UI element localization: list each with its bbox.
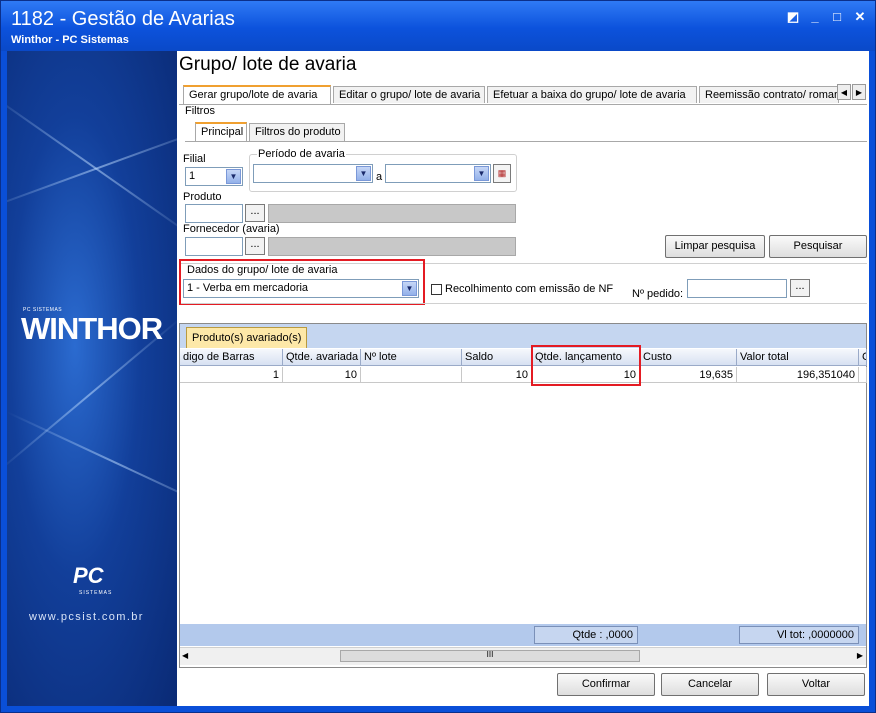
scroll-thumb[interactable]: III <box>340 650 640 662</box>
column-header[interactable]: Custo <box>640 349 737 366</box>
periodo-end-date[interactable]: ▼ <box>385 164 491 183</box>
pedido-lookup-button[interactable]: ... <box>790 279 810 297</box>
tab-gerar-grupo[interactable]: Gerar grupo/lote de avaria <box>183 85 331 104</box>
table-cell[interactable]: 19,635 <box>640 367 737 383</box>
valor-total: Vl tot: ,0000000 <box>739 626 859 644</box>
fornecedor-code-input[interactable] <box>185 237 243 256</box>
column-header[interactable]: C <box>859 349 867 366</box>
tab-reemissao[interactable]: Reemissão contrato/ romar <box>699 86 839 103</box>
qtde-total: Qtde : ,0000 <box>534 626 638 644</box>
table-cell[interactable] <box>859 367 867 383</box>
pesquisar-button[interactable]: Pesquisar <box>769 235 867 258</box>
app-window: 1182 - Gestão de Avarias Winthor - PC Si… <box>0 0 876 713</box>
subtab-divider <box>185 141 867 142</box>
column-header[interactable]: Qtde. avariada <box>283 349 361 366</box>
page-title: Grupo/ lote de avaria <box>179 54 357 75</box>
voltar-button[interactable]: Voltar <box>767 673 865 696</box>
grid-tab-bar: Produto(s) avariado(s) <box>180 324 866 348</box>
filial-select[interactable]: 1 ▼ <box>185 167 243 186</box>
calendar-icon[interactable]: ▦ <box>493 164 511 183</box>
recolhimento-checkbox[interactable] <box>431 284 442 295</box>
window-content: PC SISTEMAS WINTHOR PC SISTEMAS www.pcsi… <box>7 51 869 706</box>
tab-scroll-left-icon[interactable]: ◀ <box>837 84 851 100</box>
filtros-label: Filtros <box>185 105 215 117</box>
main-panel: Grupo/ lote de avaria Gerar grupo/lote d… <box>179 51 869 706</box>
light-beam <box>7 411 177 515</box>
pedido-input[interactable] <box>687 279 787 298</box>
section-divider <box>181 303 867 304</box>
table-cell[interactable] <box>361 367 462 383</box>
maximize-button[interactable]: □ <box>828 9 846 25</box>
grid-summary: Qtde : ,0000 Vl tot: ,0000000 <box>180 624 866 646</box>
fornecedor-lookup-button[interactable]: ... <box>245 237 265 255</box>
chevron-down-icon[interactable]: ▼ <box>356 166 371 181</box>
column-header[interactable]: Valor total <box>737 349 859 366</box>
restore-icon[interactable]: ◩ <box>784 9 802 25</box>
cancelar-button[interactable]: Cancelar <box>661 673 759 696</box>
limpar-pesquisa-button[interactable]: Limpar pesquisa <box>665 235 765 258</box>
horizontal-scrollbar[interactable]: ◀ III ▶ <box>180 647 866 665</box>
tab-bar: Gerar grupo/lote de avaria Editar o grup… <box>183 85 851 104</box>
company-url: www.pcsist.com.br <box>29 611 144 623</box>
window-title: 1182 - Gestão de Avarias <box>11 8 235 30</box>
periodo-label: Período de avaria <box>257 148 346 160</box>
scroll-left-icon[interactable]: ◀ <box>182 651 188 660</box>
confirmar-button[interactable]: Confirmar <box>557 673 655 696</box>
column-header[interactable]: Nº lote <box>361 349 462 366</box>
title-bar[interactable]: 1182 - Gestão de Avarias Winthor - PC Si… <box>1 1 875 51</box>
tab-scroll-right-icon[interactable]: ▶ <box>852 84 866 100</box>
produto-code-input[interactable] <box>185 204 243 223</box>
tab-produtos-avariados[interactable]: Produto(s) avariado(s) <box>186 327 308 348</box>
table-cell[interactable]: 196,351040 <box>737 367 859 383</box>
chevron-down-icon[interactable]: ▼ <box>474 166 489 181</box>
produto-description <box>268 204 516 223</box>
subtab-filtros-produto[interactable]: Filtros do produto <box>249 123 345 141</box>
window-subtitle: Winthor - PC Sistemas <box>11 34 129 46</box>
pedido-label: Nº pedido: <box>632 288 684 300</box>
winthor-logo: WINTHOR <box>21 311 163 346</box>
periodo-start-date[interactable]: ▼ <box>253 164 373 183</box>
pc-logo-subtitle: SISTEMAS <box>79 590 113 596</box>
light-beam <box>7 91 177 242</box>
periodo-separator: a <box>376 171 383 183</box>
filial-value: 1 <box>189 170 196 182</box>
recolhimento-label: Recolhimento com emissão de NF <box>445 283 614 295</box>
brand-sidebar: PC SISTEMAS WINTHOR PC SISTEMAS www.pcsi… <box>7 51 177 706</box>
produto-lookup-button[interactable]: ... <box>245 204 265 222</box>
chevron-down-icon[interactable]: ▼ <box>226 169 241 184</box>
close-button[interactable]: ✕ <box>851 9 869 25</box>
column-header[interactable]: digo de Barras <box>180 349 283 366</box>
tab-editar-grupo[interactable]: Editar o grupo/ lote de avaria <box>333 86 485 103</box>
tab-efetuar-baixa[interactable]: Efetuar a baixa do grupo/ lote de avaria <box>487 86 697 103</box>
highlight-dados <box>179 259 425 305</box>
table-cell[interactable]: 1 <box>180 367 283 383</box>
pc-logo: PC <box>73 563 104 588</box>
highlight-qtde-lancamento <box>531 345 641 386</box>
table-cell[interactable]: 10 <box>283 367 361 383</box>
produto-label: Produto <box>183 191 222 203</box>
tab-divider <box>179 104 867 105</box>
minimize-button[interactable]: _ <box>806 9 824 25</box>
fornecedor-description <box>268 237 516 256</box>
column-header[interactable]: Saldo <box>462 349 532 366</box>
produtos-grid: Produto(s) avariado(s) digo de Barras Qt… <box>179 323 867 668</box>
scroll-right-icon[interactable]: ▶ <box>857 651 863 660</box>
table-cell[interactable]: 10 <box>462 367 532 383</box>
fornecedor-label: Fornecedor (avaria) <box>183 223 280 235</box>
subtab-principal[interactable]: Principal <box>195 122 247 141</box>
filial-label: Filial <box>183 153 206 165</box>
